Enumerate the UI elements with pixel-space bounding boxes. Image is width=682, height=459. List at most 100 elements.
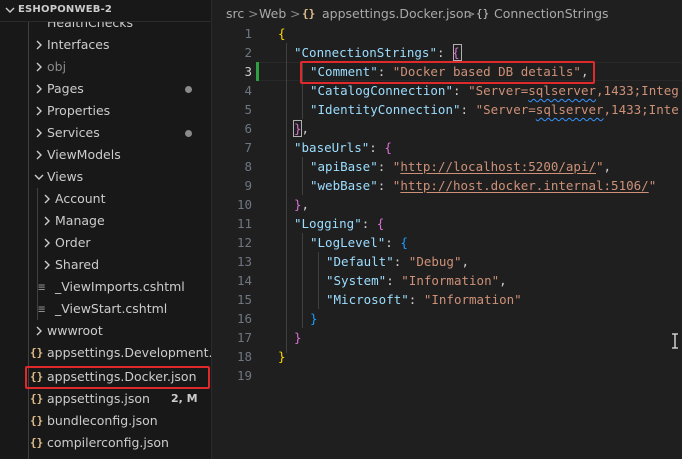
code-line-18[interactable]: } [278,347,286,366]
code-line-16[interactable]: } [310,309,318,328]
tree-item-label: Services [47,125,100,140]
tree-item-label: Views [47,169,84,184]
tree-item-label: ViewModels [47,147,121,162]
tree-item-label: Properties [47,103,111,118]
line-number: 1 [244,26,252,41]
tree-item[interactable]: {} appsettings.json 2, M [0,388,211,410]
code-line-9[interactable]: "webBase": "http://host.docker.internal:… [310,176,656,195]
json-key: "apiBase" [310,159,378,174]
chevron-right-icon[interactable] [41,215,53,227]
colon: : [408,292,424,307]
code-line-2[interactable]: "ConnectionStrings": { [294,43,460,62]
tree-item[interactable]: ≡ _ViewImports.cshtml [0,276,211,298]
tree-item-label: Interfaces [47,37,110,52]
brace: { [376,216,385,231]
chevron-right-icon[interactable] [33,105,45,117]
razor-file-icon: ≡ [38,280,46,294]
colon: : [369,140,385,155]
brace: { [400,235,408,250]
line-number: 11 [236,216,252,231]
indent-guide [302,157,303,195]
json-key: "System" [326,273,387,288]
chevron-right-icon[interactable] [33,127,45,139]
code-line-13[interactable]: "Default": "Debug", [326,252,469,271]
code-line-6[interactable]: }, [294,119,309,138]
explorer-header[interactable]: ESHOPONWEB-2 [0,0,211,22]
json-key: "CatalogConnection" [310,83,453,98]
tree-item-label: Account [55,191,106,206]
line-number: 5 [244,102,252,117]
json-key: "Microsoft" [326,292,409,307]
tree-item[interactable]: Services [0,122,211,144]
line-number: 4 [244,83,252,98]
chevron-right-icon[interactable] [33,149,45,161]
quote: " [596,159,604,174]
line-number: 14 [236,273,252,288]
url-link[interactable]: http://localhost:5200/api/ [400,159,596,174]
code-line-12[interactable]: "LogLevel": { [310,233,408,252]
json-string: "Information" [423,292,522,307]
indent-guide [302,233,303,328]
spelling-squiggle[interactable]: sqlserver [536,102,604,117]
code-line-17[interactable]: } [294,328,302,347]
colon: : [393,254,409,269]
code-line-14[interactable]: "System": "Information", [326,271,507,290]
json-string: ,1433;Integ [596,83,679,98]
breadcrumb-file[interactable]: appsettings.Docker.json [322,0,472,28]
tree-item[interactable]: Order [0,232,211,254]
chevron-right-icon[interactable] [33,83,45,95]
chevron-right-icon[interactable] [41,193,53,205]
colon: : [453,83,469,98]
colon: : [385,235,401,250]
comma: , [461,254,470,269]
highlight-box-docker-file [25,366,210,389]
tree-item[interactable]: ViewModels [0,144,211,166]
tree-item[interactable]: Manage [0,210,211,232]
json-key: "Logging" [294,216,362,231]
tree-item[interactable]: Properties [0,100,211,122]
spelling-squiggle[interactable]: sqlserver [528,83,596,98]
code-line-7[interactable]: "baseUrls": { [294,138,392,157]
tree-item-label: obj [47,59,67,74]
comma: , [301,121,310,136]
tree-item[interactable]: ≡ _ViewStart.cshtml [0,298,211,320]
json-key: "webBase" [310,178,378,193]
tree-item[interactable]: wwwroot [0,320,211,342]
line-number: 6 [244,121,252,136]
code-line-10[interactable]: }, [294,195,309,214]
tree-item-label: appsettings.json [47,391,150,406]
colon: : [377,159,393,174]
tree-item-label: compilerconfig.json [47,435,169,450]
code-line-15[interactable]: "Microsoft": "Information" [326,290,522,309]
json-file-icon: {} [30,436,44,449]
breadcrumb-separator: > [290,6,301,21]
tree-item-label: Order [55,235,91,250]
chevron-right-icon[interactable] [41,237,53,249]
highlight-box-comment-line [300,61,595,84]
chevron-down-icon[interactable] [33,171,45,183]
tree-item[interactable]: Pages [0,78,211,100]
chevron-right-icon[interactable] [33,325,45,337]
tree-item[interactable]: Interfaces [0,34,211,56]
tree-item[interactable]: {} compilerconfig.json [0,432,211,454]
code-line-8[interactable]: "apiBase": "http://localhost:5200/api/", [310,157,611,176]
json-string: "Server= [468,83,529,98]
code-line-5[interactable]: "IdentityConnection": "Server=sqlserver,… [310,100,679,119]
tree-item[interactable]: {} appsettings.Development.... [0,342,211,364]
chevron-right-icon[interactable] [41,259,53,271]
tree-item[interactable]: obj [0,56,211,78]
tree-item[interactable]: Shared [0,254,211,276]
code-line-1[interactable]: { [278,24,286,43]
comma: , [499,273,507,288]
text-cursor-icon [672,333,678,349]
chevron-right-icon[interactable] [33,39,45,51]
chevron-right-icon[interactable] [33,61,45,73]
json-string: ,1433;Inte [603,102,679,117]
tree-item[interactable]: {} bundleconfig.json [0,410,211,432]
tree-item-label: wwwroot [47,323,103,338]
tree-item[interactable]: Account [0,188,211,210]
url-link[interactable]: http://host.docker.internal:5106/ [400,178,648,193]
tree-item[interactable]: Views [0,166,211,188]
code-line-11[interactable]: "Logging": { [294,214,384,233]
breadcrumb-symbol[interactable]: ConnectionStrings [494,0,609,28]
